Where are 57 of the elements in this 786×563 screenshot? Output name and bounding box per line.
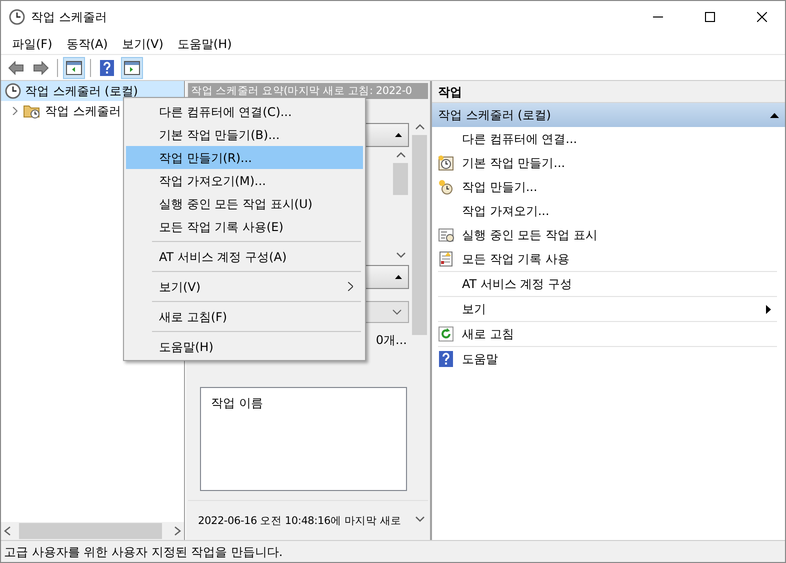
clock-icon xyxy=(5,83,21,99)
menu-item[interactable]: 파일(F) xyxy=(5,34,60,52)
action-group-header[interactable]: 작업 스케줄러 (로컬) xyxy=(432,103,785,127)
menu-item[interactable]: 보기(V) xyxy=(114,34,170,52)
action-item[interactable]: 기본 작업 만들기... xyxy=(432,151,777,175)
window-title: 작업 스케줄러 xyxy=(31,9,108,26)
refresh-icon xyxy=(438,326,454,342)
collapse-icon xyxy=(395,275,402,279)
scroll-up-icon xyxy=(396,151,406,159)
status-text: 0개... xyxy=(376,332,407,349)
tree-item[interactable]: 작업 스케줄러 (로컬) xyxy=(1,81,184,101)
menu-item[interactable]: 기본 작업 만들기(B)... xyxy=(126,123,363,146)
help-icon xyxy=(100,60,114,76)
help-icon xyxy=(438,351,454,367)
menu-item[interactable]: 모든 작업 기록 사용(E) xyxy=(126,215,363,238)
menu-item[interactable]: 작업 가져오기(M)... xyxy=(126,169,363,192)
action-item[interactable]: 다른 컴퓨터에 연결... xyxy=(432,127,777,151)
expand-caret-icon[interactable] xyxy=(11,107,19,115)
folder-clock-icon xyxy=(23,103,41,119)
maximize-icon xyxy=(705,12,715,22)
action-item[interactable]: 새로 고침 xyxy=(438,321,777,346)
menu-item[interactable]: 작업 만들기(R)... xyxy=(126,146,363,169)
actions-pane-title: 작업 xyxy=(432,81,785,103)
menu-item[interactable]: 실행 중인 모든 작업 표시(U) xyxy=(126,192,363,215)
collapse-icon xyxy=(770,112,779,118)
action-item[interactable]: 실행 중인 모든 작업 표시 xyxy=(432,223,777,247)
action-item[interactable]: 작업 가져오기... xyxy=(432,199,777,223)
calendar-clock-icon xyxy=(438,155,454,171)
collapse-icon xyxy=(395,133,402,137)
scroll-down-icon xyxy=(414,515,424,523)
submenu-arrow-icon xyxy=(766,304,771,314)
action-item[interactable]: 모든 작업 기록 사용 xyxy=(432,247,777,271)
action-item[interactable]: 보기 xyxy=(438,296,777,321)
back-arrow-icon xyxy=(8,60,24,74)
scroll-up-icon xyxy=(414,123,424,131)
menu-item[interactable]: 도움말(H) xyxy=(170,34,239,52)
show-hide-tree-button[interactable] xyxy=(63,56,85,78)
action-item[interactable]: AT 서비스 계정 구성 xyxy=(438,271,777,296)
pane-icon xyxy=(66,60,82,74)
status-bar: 고급 사용자를 위한 사용자 지정된 작업을 만듭니다. xyxy=(1,540,785,562)
action-item[interactable]: 작업 만들기... xyxy=(432,175,777,199)
show-hide-action-button[interactable] xyxy=(121,56,143,78)
forward-arrow-icon xyxy=(33,60,49,74)
submenu-chevron-icon xyxy=(348,282,353,291)
pane-icon xyxy=(124,60,140,74)
chevron-down-icon xyxy=(392,309,402,315)
clock-star-icon xyxy=(438,179,454,195)
menu-item[interactable]: 다른 컴퓨터에 연결(C)... xyxy=(126,100,363,123)
column-header[interactable]: 작업 이름 xyxy=(211,396,263,410)
pane-header: 작업 스케줄러 요약(마지막 새로 고침: 2022-0 xyxy=(188,83,428,99)
scroll-down-icon xyxy=(396,251,406,259)
menu-item[interactable]: 동작(A) xyxy=(59,34,115,52)
log-icon xyxy=(438,251,454,267)
clock-icon xyxy=(9,9,25,25)
close-icon xyxy=(757,12,767,22)
action-item[interactable]: 도움말 xyxy=(438,346,777,371)
list-clock-icon xyxy=(438,227,454,243)
